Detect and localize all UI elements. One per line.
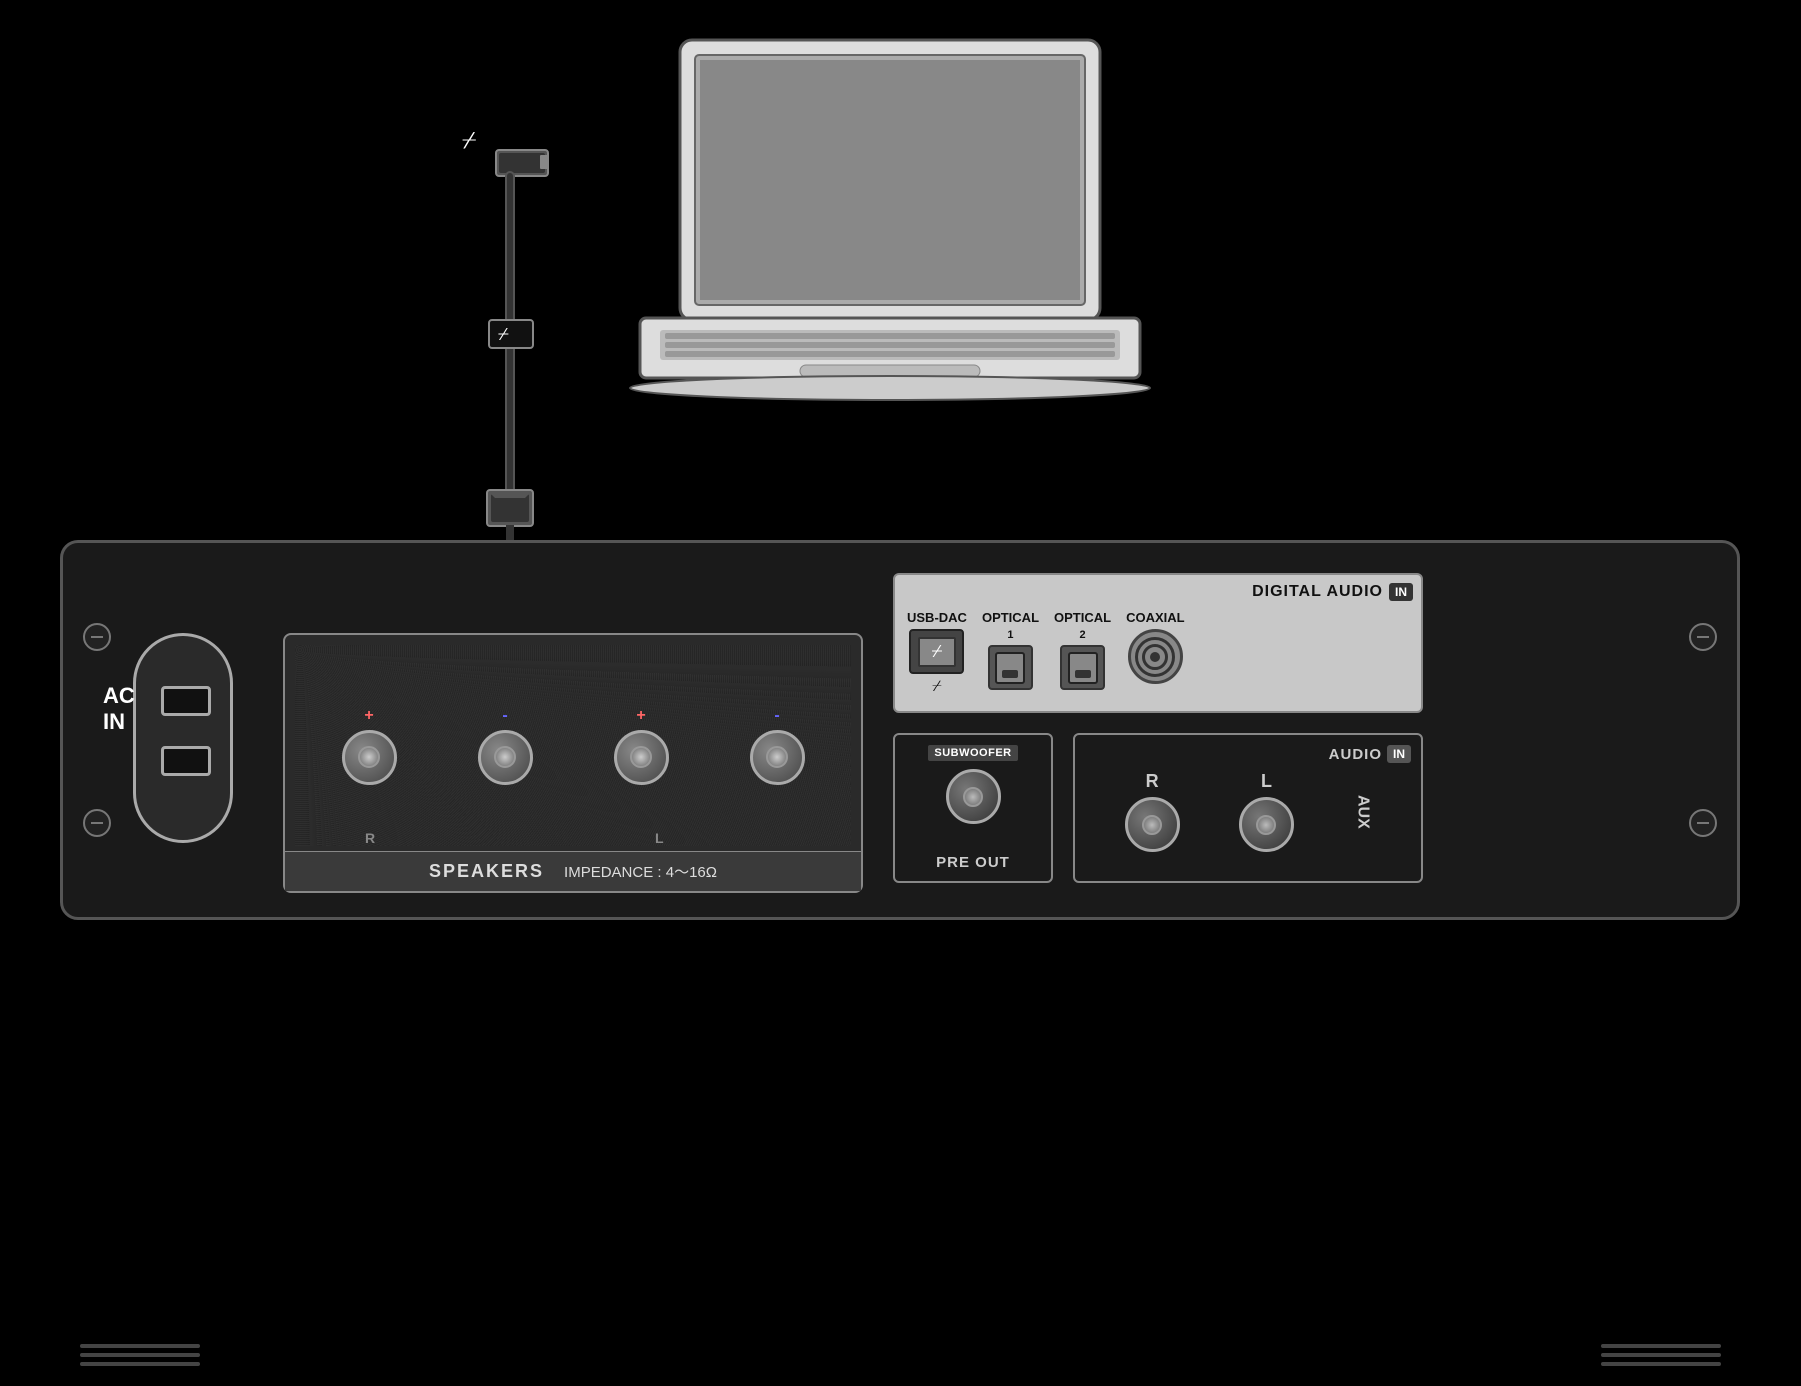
pre-out-label: PRE OUT [936, 854, 1010, 871]
channel-l-label: L [655, 830, 664, 846]
coaxial-center [1150, 652, 1160, 662]
bottom-lines-left [80, 1344, 200, 1366]
svg-text:⌿: ⌿ [498, 324, 509, 344]
deco-line-right-1 [1601, 1344, 1721, 1348]
digital-audio-section: DIGITAL AUDIO IN USB-DAC ⌿ ⌿ OPTICAL 1 [893, 573, 1423, 713]
aux-group: AUX [1353, 795, 1371, 829]
ac-connector [133, 633, 233, 843]
terminal-l-minus[interactable]: - [713, 655, 841, 836]
ac-slot-bottom [161, 746, 211, 776]
ac-slot-top [161, 686, 211, 716]
optical-2-label: OPTICAL [1054, 611, 1111, 625]
terminal-r-minus[interactable]: - [441, 655, 569, 836]
terminal-r-plus-label: + [364, 707, 373, 725]
port-group-usb-dac: USB-DAC ⌿ ⌿ [907, 611, 967, 696]
r-channel-jack[interactable] [1125, 797, 1180, 852]
terminal-l-plus[interactable]: + [577, 655, 705, 836]
terminal-l-minus-label: - [774, 707, 779, 725]
optical-1-label: OPTICAL [982, 611, 1039, 625]
digital-ports-row: USB-DAC ⌿ ⌿ OPTICAL 1 OPTICAL 2 [903, 607, 1413, 700]
optical-2-port[interactable] [1060, 645, 1105, 690]
bottom-decorations [80, 1344, 1721, 1366]
digital-audio-in-badge: IN [1389, 583, 1413, 601]
deco-line-left-2 [80, 1353, 200, 1357]
audio-in-badge: IN [1387, 745, 1411, 763]
audio-jacks-row: R L AUX [1085, 771, 1411, 852]
digital-audio-header: DIGITAL AUDIO IN [903, 583, 1413, 601]
screw-right-bottom [1689, 809, 1717, 837]
terminal-r-plus-post[interactable] [342, 730, 397, 785]
terminal-l-plus-post[interactable] [614, 730, 669, 785]
subwoofer-label: SUBWOOFER [928, 745, 1017, 761]
audio-in-title: AUDIO [1329, 746, 1382, 763]
terminal-r-minus-label: - [502, 707, 507, 725]
coaxial-ring2 [1142, 644, 1168, 670]
optical-2-sublabel: 2 [1079, 629, 1085, 641]
terminal-l-plus-label: + [636, 707, 645, 725]
subwoofer-rca-jack[interactable] [946, 769, 1001, 824]
r-channel-inner [1142, 815, 1162, 835]
channel-r-label: R [365, 830, 375, 846]
usb-dac-port[interactable]: ⌿ [909, 629, 964, 674]
svg-text:⌿: ⌿ [462, 127, 476, 154]
port-group-optical-2: OPTICAL 2 [1054, 611, 1111, 690]
l-channel-label: L [1261, 771, 1272, 792]
coaxial-port[interactable] [1128, 629, 1183, 684]
port-group-coaxial: COAXIAL [1126, 611, 1185, 684]
terminal-r-minus-post[interactable] [478, 730, 533, 785]
deco-line-left-3 [80, 1362, 200, 1366]
coaxial-ring1 [1135, 637, 1175, 677]
bottom-lines-right [1601, 1344, 1721, 1366]
l-channel-inner [1256, 815, 1276, 835]
speakers-section: + - + - R L SPEAKERS IMPEDANCE : 4～1 [283, 633, 863, 893]
coaxial-label: COAXIAL [1126, 611, 1185, 625]
optical-2-inner [1068, 652, 1098, 684]
screw-right-top [1689, 623, 1717, 651]
speakers-label-area: R L SPEAKERS IMPEDANCE : 4～16Ω [285, 851, 861, 891]
audio-in-header: AUDIO IN [1085, 745, 1411, 763]
terminal-r-plus[interactable]: + [305, 655, 433, 836]
usb-dac-usb-icon: ⌿ [932, 678, 942, 696]
amplifier-body: AC IN + - + - [60, 540, 1740, 920]
ac-in-section: AC IN [93, 603, 263, 863]
deco-line-left-1 [80, 1344, 200, 1348]
r-channel-label: R [1146, 771, 1159, 792]
usb-dac-inner: ⌿ [918, 637, 956, 667]
l-channel-jack[interactable] [1239, 797, 1294, 852]
deco-line-right-3 [1601, 1362, 1721, 1366]
jack-group-l: L [1239, 771, 1294, 852]
optical-1-port[interactable] [988, 645, 1033, 690]
impedance-label: IMPEDANCE : 4～16Ω [564, 861, 717, 882]
optical-1-inner [995, 652, 1025, 684]
jack-group-r: R [1125, 771, 1180, 852]
digital-audio-title: DIGITAL AUDIO [1252, 583, 1383, 601]
ac-in-label: AC IN [103, 683, 135, 736]
pre-out-section: SUBWOOFER PRE OUT [893, 733, 1053, 883]
speakers-label: SPEAKERS [429, 861, 544, 882]
aux-label: AUX [1353, 795, 1371, 829]
deco-line-right-2 [1601, 1353, 1721, 1357]
optical-1-sublabel: 1 [1007, 629, 1013, 641]
usb-symbol: ⌿ [932, 641, 943, 662]
audio-in-section: AUDIO IN R L AUX [1073, 733, 1423, 883]
usb-dac-label: USB-DAC [907, 611, 967, 625]
subwoofer-rca-inner [963, 787, 983, 807]
terminal-grid: + - + - [295, 645, 851, 846]
terminal-l-minus-post[interactable] [750, 730, 805, 785]
port-group-optical-1: OPTICAL 1 [982, 611, 1039, 690]
